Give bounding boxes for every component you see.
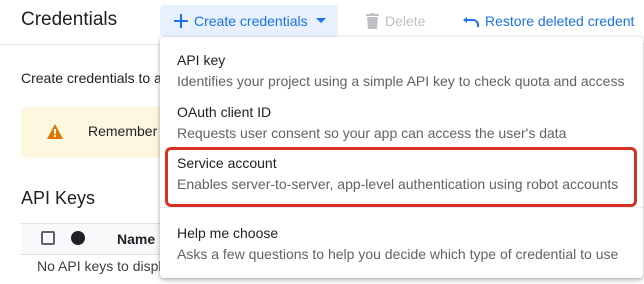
menu-item-description: Asks a few questions to help you decide … bbox=[177, 246, 619, 262]
delete-button[interactable]: Delete bbox=[366, 5, 425, 37]
menu-item-title: Service account bbox=[177, 155, 277, 171]
section-title: API Keys bbox=[21, 188, 96, 208]
menu-item-title: OAuth client ID bbox=[177, 104, 272, 120]
menu-item-help-me-choose[interactable]: Help me choose Asks a few questions to h… bbox=[177, 224, 618, 263]
restore-label: Restore deleted credent bbox=[485, 13, 635, 29]
intro-text: Create credentials to access your enable… bbox=[21, 70, 161, 86]
menu-divider bbox=[160, 207, 643, 208]
undo-icon bbox=[463, 15, 479, 27]
menu-item-description: Enables server-to-server, app-level auth… bbox=[177, 176, 619, 192]
status-column-icon bbox=[71, 231, 85, 245]
create-credentials-label: Create credentials bbox=[194, 13, 308, 29]
banner-text: Remember t bbox=[88, 123, 166, 139]
select-all-checkbox[interactable] bbox=[41, 231, 55, 245]
warning-banner: Remember t bbox=[21, 107, 181, 158]
menu-item-title: API key bbox=[177, 52, 226, 68]
warning-icon bbox=[47, 124, 63, 144]
column-header-name[interactable]: Name bbox=[117, 231, 155, 247]
menu-item-title: Help me choose bbox=[177, 225, 279, 241]
menu-item-api-key[interactable]: API key Identifies your project using a … bbox=[177, 51, 624, 90]
page-title: Credentials bbox=[21, 9, 118, 30]
table-header: Name bbox=[21, 223, 181, 255]
menu-item-service-account[interactable]: Service account Enables server-to-server… bbox=[177, 154, 618, 193]
restore-deleted-button[interactable]: Restore deleted credent bbox=[463, 5, 634, 37]
delete-label: Delete bbox=[385, 13, 426, 29]
plus-icon bbox=[174, 14, 188, 28]
menu-item-description: Requests user consent so your app can ac… bbox=[177, 125, 567, 141]
create-credentials-button[interactable]: Create credentials bbox=[160, 5, 338, 37]
menu-item-oauth-client-id[interactable]: OAuth client ID Requests user consent so… bbox=[177, 103, 566, 142]
caret-down-icon bbox=[315, 18, 326, 24]
empty-table-message: No API keys to display bbox=[37, 258, 161, 274]
create-credentials-menu: API key Identifies your project using a … bbox=[160, 37, 643, 278]
trash-icon bbox=[366, 13, 379, 29]
menu-item-description: Identifies your project using a simple A… bbox=[177, 73, 625, 89]
